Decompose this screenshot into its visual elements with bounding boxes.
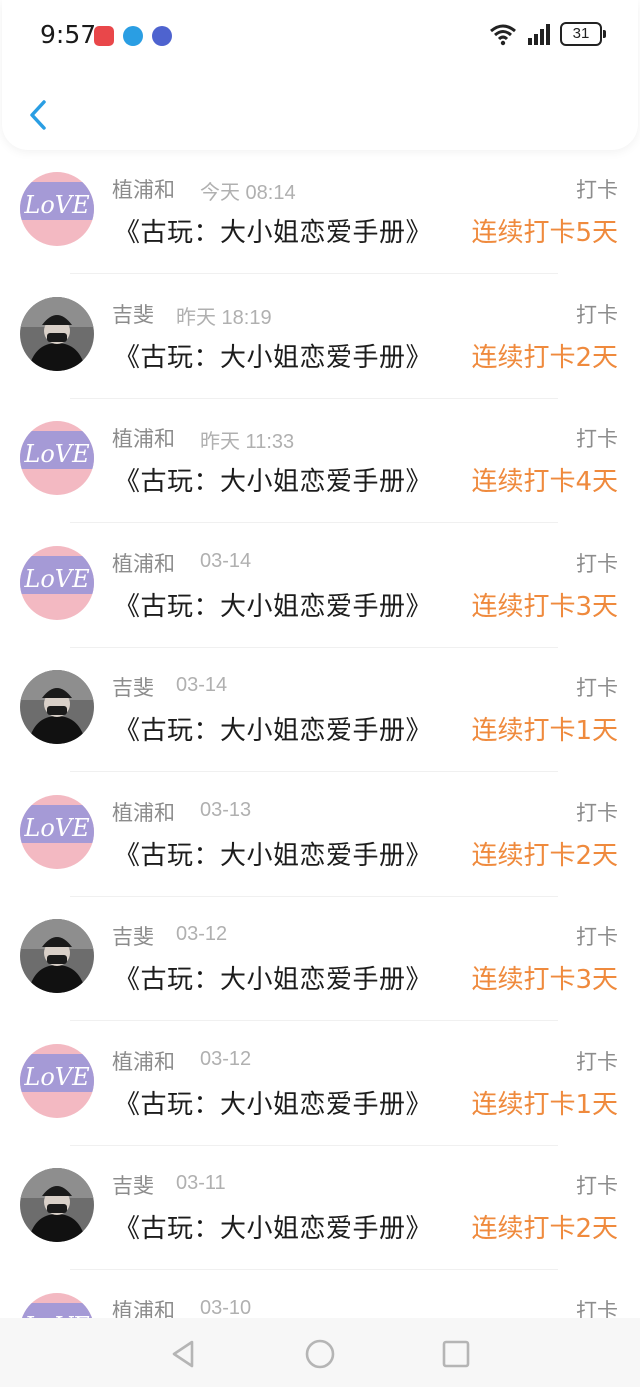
author-name[interactable]: 植浦和 <box>112 423 175 453</box>
home-circle-icon[interactable] <box>302 1336 338 1372</box>
checkin-row[interactable]: LoVE 植浦和 今天 08:14 打卡 《古玩：大小姐恋爱手册》 连续打卡5天 <box>0 150 640 274</box>
checkin-list-screen: 9:57 31 LoVE 植浦和 今天 08:14 打卡 《古玩：大小姐恋爱手册… <box>0 0 640 1387</box>
svg-text:LoVE: LoVE <box>23 814 90 842</box>
notification-icons <box>94 26 172 46</box>
recents-square-icon[interactable] <box>438 1336 474 1372</box>
streak-count: 连续打卡2天 <box>471 1214 618 1244</box>
book-title[interactable]: 《古玩：大小姐恋爱手册》 <box>114 710 432 747</box>
avatar[interactable] <box>20 1168 94 1242</box>
checkin-row[interactable]: 吉斐 03-12 打卡 《古玩：大小姐恋爱手册》 连续打卡3天 <box>0 897 640 1021</box>
author-name[interactable]: 植浦和 <box>112 1046 175 1076</box>
checkin-row[interactable]: 吉斐 03-11 打卡 《古玩：大小姐恋爱手册》 连续打卡2天 <box>0 1146 640 1270</box>
battery-level: 31 <box>572 25 590 42</box>
avatar[interactable]: LoVE <box>20 794 94 869</box>
avatar[interactable] <box>20 919 94 993</box>
avatar[interactable]: LoVE <box>20 172 94 246</box>
checkin-time: 03-12 <box>200 1047 252 1070</box>
system-icons: 31 <box>488 22 606 46</box>
author-name[interactable]: 吉斐 <box>112 921 154 951</box>
app-blue-icon <box>123 26 143 46</box>
book-title[interactable]: 《古玩：大小姐恋爱手册》 <box>114 959 432 996</box>
streak-count: 连续打卡2天 <box>471 840 618 871</box>
streak-count: 连续打卡2天 <box>471 342 618 373</box>
checkin-row[interactable]: LoVE 植浦和 03-12 打卡 《古玩：大小姐恋爱手册》 连续打卡1天 <box>0 1022 640 1146</box>
svg-text:LoVE: LoVE <box>23 1063 90 1091</box>
checkin-badge: 打卡 <box>576 1298 618 1319</box>
author-name[interactable]: 植浦和 <box>112 1295 175 1319</box>
checkin-time: 03-14 <box>176 674 228 696</box>
book-title[interactable]: 《古玩：大小姐恋爱手册》 <box>114 337 432 374</box>
checkin-badge: 打卡 <box>576 1049 618 1074</box>
checkin-row[interactable]: LoVE 植浦和 03-10 打卡 <box>0 1271 640 1319</box>
book-title[interactable]: 《古玩：大小姐恋爱手册》 <box>114 461 432 498</box>
streak-count: 连续打卡5天 <box>471 218 618 248</box>
music-icon <box>152 26 172 46</box>
battery-icon: 31 <box>560 22 606 46</box>
status-bar: 9:57 31 <box>2 0 638 70</box>
checkin-badge: 打卡 <box>576 178 618 202</box>
avatar[interactable] <box>20 670 94 744</box>
avatar[interactable]: LoVE <box>20 1292 94 1318</box>
streak-count: 连续打卡3天 <box>471 965 618 995</box>
checkin-time: 昨天 11:33 <box>200 431 295 453</box>
svg-text:LoVE: LoVE <box>23 565 90 593</box>
checkin-time: 03-12 <box>176 923 228 945</box>
checkin-row[interactable]: LoVE 植浦和 昨天 11:33 打卡 《古玩：大小姐恋爱手册》 连续打卡4天 <box>0 399 640 523</box>
checkin-time: 03-14 <box>200 549 252 572</box>
author-name[interactable]: 吉斐 <box>112 1170 154 1200</box>
checkin-badge: 打卡 <box>576 427 618 451</box>
checkin-time: 03-10 <box>200 1296 252 1319</box>
avatar[interactable]: LoVE <box>20 545 94 620</box>
checkin-row[interactable]: 吉斐 03-14 打卡 《古玩：大小姐恋爱手册》 连续打卡1天 <box>0 648 640 772</box>
streak-count: 连续打卡3天 <box>471 591 618 622</box>
checkin-badge: 打卡 <box>576 800 618 825</box>
book-title[interactable]: 《古玩：大小姐恋爱手册》 <box>114 212 432 249</box>
avatar[interactable]: LoVE <box>20 421 94 495</box>
book-title[interactable]: 《古玩：大小姐恋爱手册》 <box>114 835 432 872</box>
checkin-row[interactable]: LoVE 植浦和 03-14 打卡 《古玩：大小姐恋爱手册》 连续打卡3天 <box>0 524 640 648</box>
streak-count: 连续打卡1天 <box>471 716 618 746</box>
app-red-icon <box>94 26 114 46</box>
streak-count: 连续打卡4天 <box>471 467 618 497</box>
checkin-time: 03-13 <box>200 798 252 821</box>
checkin-badge: 打卡 <box>576 1174 618 1198</box>
checkin-row[interactable]: 吉斐 昨天 18:19 打卡 《古玩：大小姐恋爱手册》 连续打卡2天 <box>0 275 640 399</box>
book-title[interactable]: 《古玩：大小姐恋爱手册》 <box>114 1208 432 1245</box>
svg-text:LoVE: LoVE <box>23 191 90 219</box>
author-name[interactable]: 吉斐 <box>112 672 154 702</box>
checkin-badge: 打卡 <box>576 925 618 949</box>
book-title[interactable]: 《古玩：大小姐恋爱手册》 <box>114 1084 432 1121</box>
checkin-time: 今天 08:14 <box>200 182 296 204</box>
chevron-left-icon <box>30 100 46 130</box>
streak-count: 连续打卡1天 <box>471 1089 618 1120</box>
author-name[interactable]: 植浦和 <box>112 548 175 578</box>
checkin-badge: 打卡 <box>576 302 618 327</box>
system-nav-bar <box>0 1318 640 1387</box>
svg-text:LoVE: LoVE <box>23 440 90 468</box>
back-triangle-icon[interactable] <box>166 1336 202 1372</box>
checkin-badge: 打卡 <box>576 551 618 576</box>
signal-icon <box>528 24 550 45</box>
checkin-time: 昨天 18:19 <box>176 306 272 329</box>
nav-bar <box>2 80 638 150</box>
avatar[interactable] <box>20 296 94 371</box>
author-name[interactable]: 吉斐 <box>112 299 154 329</box>
book-title[interactable]: 《古玩：大小姐恋爱手册》 <box>114 586 432 623</box>
header-card: 9:57 31 <box>2 0 638 150</box>
avatar[interactable]: LoVE <box>20 1043 94 1118</box>
status-time: 9:57 <box>40 20 97 49</box>
checkin-row[interactable]: LoVE 植浦和 03-13 打卡 《古玩：大小姐恋爱手册》 连续打卡2天 <box>0 773 640 897</box>
checkin-badge: 打卡 <box>576 676 618 700</box>
author-name[interactable]: 植浦和 <box>112 174 175 204</box>
checkin-time: 03-11 <box>176 1172 226 1194</box>
back-button[interactable] <box>20 90 60 140</box>
author-name[interactable]: 植浦和 <box>112 797 175 827</box>
wifi-icon <box>490 24 516 46</box>
checkin-feed[interactable]: LoVE 植浦和 今天 08:14 打卡 《古玩：大小姐恋爱手册》 连续打卡5天… <box>0 150 640 1318</box>
